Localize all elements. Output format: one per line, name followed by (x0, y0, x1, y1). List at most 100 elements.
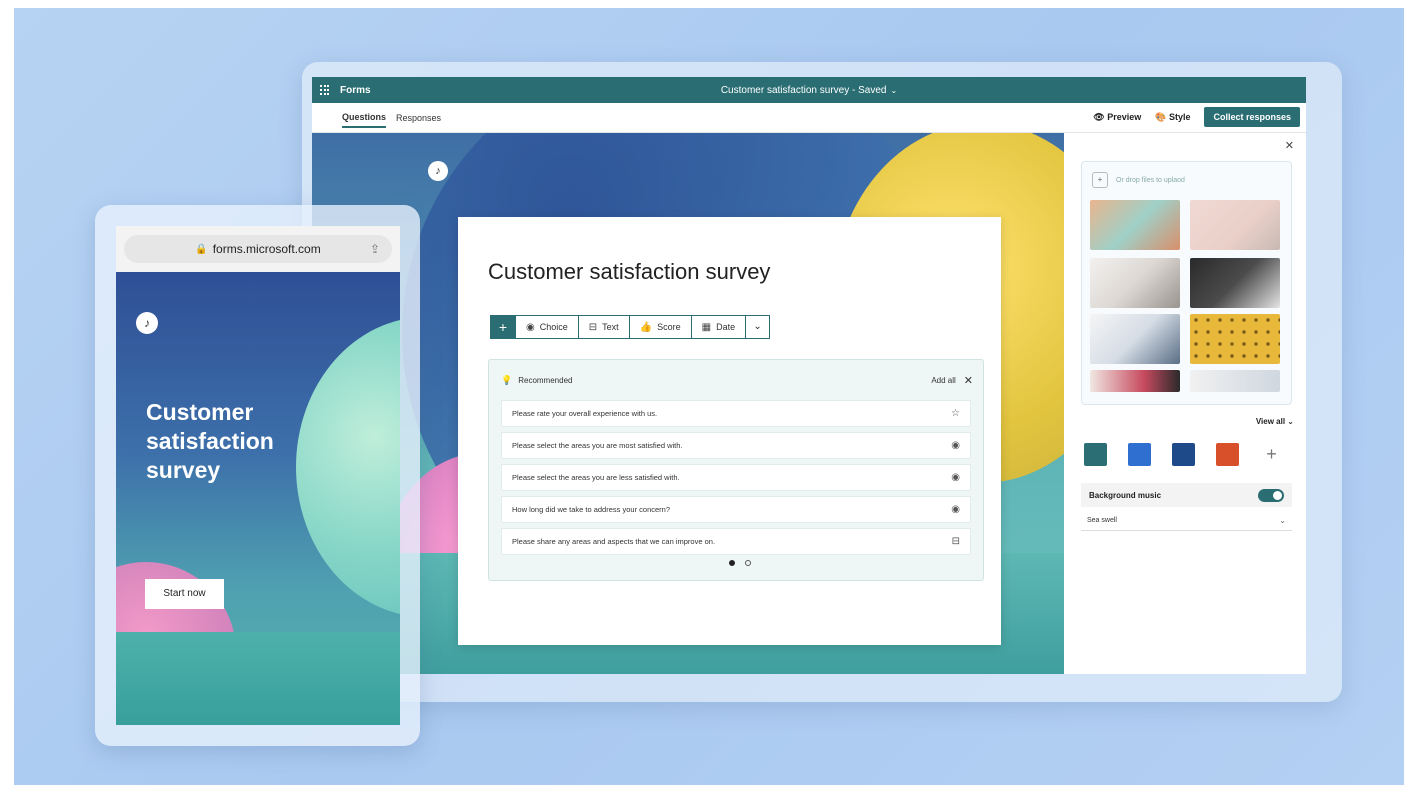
list-item-text: How long did we take to address your con… (512, 505, 671, 514)
color-swatch[interactable] (1128, 443, 1151, 466)
tab-responses[interactable]: Responses (396, 109, 441, 127)
app-launcher-icon[interactable] (320, 85, 330, 95)
palette-icon: 🎨 (1155, 111, 1167, 122)
preview-label: Preview (1107, 111, 1142, 122)
chevron-down-icon[interactable]: ⌄ (745, 316, 769, 338)
theme-thumbnail[interactable] (1090, 314, 1180, 364)
document-title[interactable]: Customer satisfaction survey - Saved ⌄ (312, 85, 1306, 96)
collect-responses-button[interactable]: Collect responses (1204, 107, 1300, 127)
tab-questions[interactable]: Questions (342, 108, 387, 128)
background-music-row: Background music (1081, 483, 1292, 507)
lock-icon: 🔒 (195, 243, 208, 255)
color-swatches: + (1084, 443, 1283, 466)
form-title[interactable]: Customer satisfaction survey (488, 259, 770, 285)
add-question-button[interactable]: + (491, 316, 515, 338)
theme-thumbnail[interactable] (1190, 258, 1280, 308)
radio-icon: ◉ (951, 472, 960, 483)
document-title-text: Customer satisfaction survey - Saved (720, 84, 887, 96)
music-note-icon[interactable]: ♪ (136, 312, 158, 334)
share-icon[interactable]: ⇪ (370, 242, 380, 256)
calendar-icon: ▦ (701, 321, 712, 333)
choice-button[interactable]: ◉ Choice (515, 316, 578, 338)
recommended-header: 💡 Recommended Add all ✕ (501, 374, 973, 387)
chevron-down-icon: ⌄ (1287, 417, 1294, 426)
choice-label: Choice (539, 322, 568, 332)
page-dot[interactable] (745, 560, 751, 566)
close-icon[interactable]: ✕ (964, 374, 973, 387)
theme-thumbnail[interactable] (1090, 200, 1180, 250)
style-button[interactable]: 🎨 Style (1155, 112, 1190, 123)
view-all-label: View all (1255, 417, 1286, 426)
text-label: Text (602, 322, 619, 332)
background-music-label: Background music (1089, 490, 1162, 500)
upload-hint: Or drop files to uplaod (1116, 176, 1185, 184)
pagination-dots (729, 560, 751, 566)
preview-button[interactable]: 👁 Preview (1093, 112, 1141, 123)
close-icon[interactable]: ✕ (1285, 139, 1294, 152)
score-label: Score (657, 322, 681, 332)
theme-gallery: + Or drop files to uplaod (1081, 161, 1292, 405)
theme-thumbnail[interactable] (1090, 370, 1180, 392)
text-button[interactable]: ⊟ Text (577, 316, 629, 338)
date-label: Date (716, 322, 736, 332)
style-label: Style (1168, 111, 1191, 122)
add-all-button[interactable]: Add all (931, 376, 955, 385)
radio-icon: ◉ (951, 504, 960, 515)
color-swatch[interactable] (1216, 443, 1239, 466)
thumb-icon: 👍 (639, 321, 653, 333)
background-music-toggle[interactable] (1258, 488, 1284, 502)
list-item[interactable]: Please rate your overall experience with… (501, 400, 971, 427)
mobile-screen: 🔒 forms.microsoft.com ⇪ ♪ Customer satis… (116, 226, 400, 725)
mobile-form-background: ♪ (116, 272, 400, 725)
color-swatch[interactable] (1172, 443, 1195, 466)
music-note-icon[interactable]: ♪ (428, 161, 448, 181)
start-now-button[interactable]: Start now (145, 579, 224, 609)
color-swatch[interactable] (1084, 443, 1107, 466)
image-upload-icon: + (1092, 172, 1108, 188)
tab-bar: Questions Responses 👁 Preview 🎨 Style Co… (312, 103, 1306, 133)
list-item[interactable]: Please select the areas you are less sat… (501, 464, 971, 491)
theme-thumbnail[interactable] (1190, 370, 1280, 392)
score-button[interactable]: 👍 Score (628, 316, 691, 338)
page-dot[interactable] (729, 560, 735, 566)
list-item-text: Please select the areas you are less sat… (512, 473, 680, 482)
style-panel: ✕ + Or drop files to uplaod View all ⌄ +… (1064, 133, 1306, 674)
theme-thumbnail[interactable] (1190, 314, 1280, 364)
text-box-icon: ⊟ (951, 536, 960, 547)
address-field[interactable]: 🔒 forms.microsoft.com ⇪ (124, 235, 392, 263)
forms-app-window: Forms Customer satisfaction survey - Sav… (312, 77, 1306, 674)
theme-thumbnail[interactable] (1190, 200, 1280, 250)
list-item[interactable]: Please share any areas and aspects that … (501, 528, 971, 555)
add-color-icon[interactable]: + (1260, 444, 1283, 465)
radio-icon: ◉ (951, 440, 960, 451)
app-name[interactable]: Forms (340, 85, 371, 96)
date-button[interactable]: ▦ Date (690, 316, 746, 338)
list-item-text: Please rate your overall experience with… (512, 409, 658, 418)
eye-icon: 👁 (1093, 111, 1105, 122)
theme-thumbnail[interactable] (1090, 258, 1180, 308)
recommended-panel: 💡 Recommended Add all ✕ Please rate your… (488, 359, 984, 581)
app-bar: Forms Customer satisfaction survey - Sav… (312, 77, 1306, 103)
view-all-button[interactable]: View all ⌄ (1256, 417, 1294, 426)
header-actions: 👁 Preview 🎨 Style Collect responses (1093, 107, 1300, 127)
upload-area[interactable]: + Or drop files to uplaod (1092, 172, 1185, 188)
chevron-down-icon: ⌄ (1279, 516, 1286, 525)
lightbulb-icon: 💡 (501, 375, 513, 385)
music-track-value: Sea swell (1087, 517, 1117, 524)
chevron-down-icon[interactable]: ⌄ (890, 86, 897, 95)
music-track-select[interactable]: Sea swell ⌄ (1081, 511, 1292, 531)
list-item-text: Please share any areas and aspects that … (512, 537, 716, 546)
list-item-text: Please select the areas you are most sat… (512, 441, 683, 450)
list-item[interactable]: Please select the areas you are most sat… (501, 432, 971, 459)
form-canvas-background: ♪ Customer satisfaction survey + ◉ Choice… (312, 133, 1064, 674)
mobile-form-title: Customer satisfaction survey (146, 399, 274, 483)
list-item[interactable]: How long did we take to address your con… (501, 496, 971, 523)
radio-icon: ◉ (526, 321, 535, 333)
question-type-toolbar: + ◉ Choice ⊟ Text 👍 Score ▦ Date ⌄ (490, 315, 771, 339)
form-card: Customer satisfaction survey + ◉ Choice ⊟… (458, 217, 1001, 645)
star-icon: ☆ (951, 408, 960, 419)
url-text: forms.microsoft.com (212, 242, 321, 256)
browser-url-bar: 🔒 forms.microsoft.com ⇪ (116, 226, 400, 272)
recommended-label: Recommended (518, 376, 573, 385)
background-floor (116, 632, 400, 725)
